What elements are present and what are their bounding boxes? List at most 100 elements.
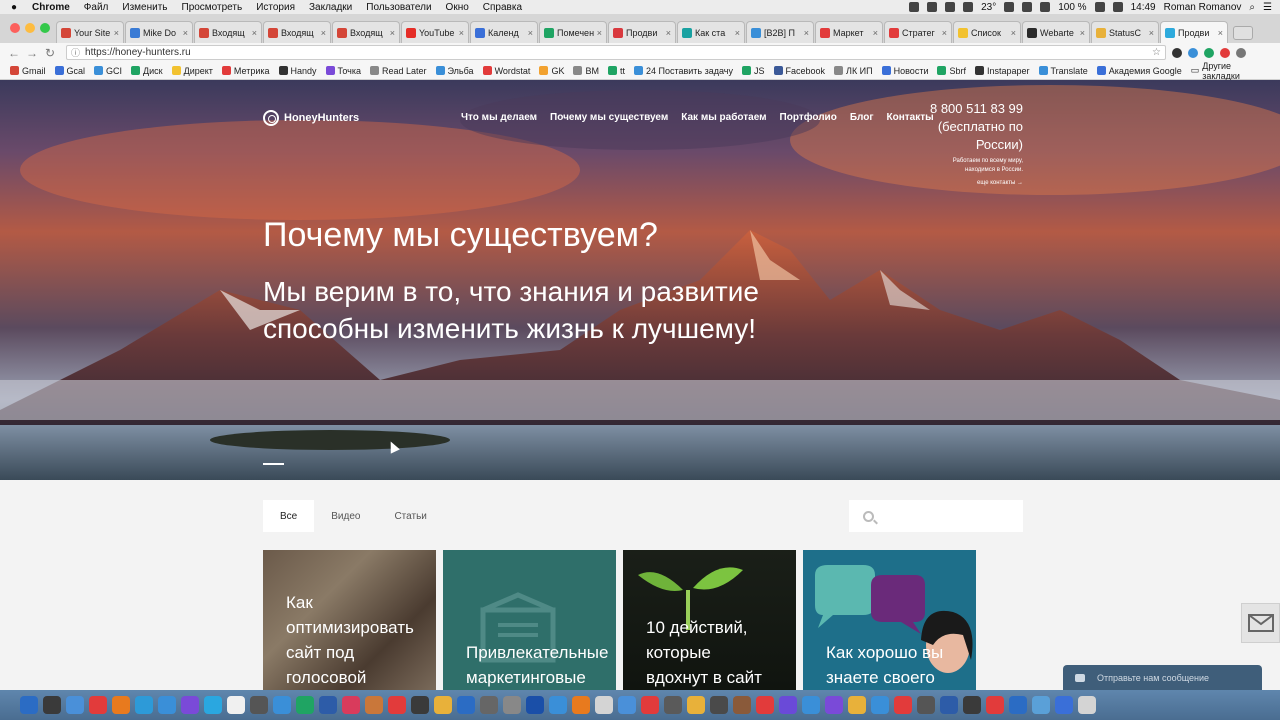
filter-tab-video[interactable]: Видео bbox=[314, 500, 377, 532]
bookmark-item[interactable]: Facebook bbox=[773, 66, 825, 76]
close-tab-icon[interactable]: × bbox=[597, 28, 602, 38]
site-logo[interactable]: HoneyHunters bbox=[263, 110, 359, 126]
close-tab-icon[interactable]: × bbox=[114, 28, 119, 38]
dock-app-icon[interactable] bbox=[43, 696, 61, 714]
browser-tab[interactable]: Mike Do × bbox=[125, 21, 193, 43]
browser-tab[interactable]: Webarte × bbox=[1022, 21, 1090, 43]
dock-app-icon[interactable] bbox=[802, 696, 820, 714]
tray-icon[interactable] bbox=[1022, 2, 1033, 12]
browser-tab[interactable]: Список × bbox=[953, 21, 1021, 43]
bookmark-item[interactable]: 24 Поставить задачу bbox=[633, 66, 733, 76]
dock-app-icon[interactable] bbox=[296, 696, 314, 714]
browser-tab[interactable]: Входящ × bbox=[194, 21, 262, 43]
dock-app-icon[interactable] bbox=[89, 696, 107, 714]
dock-app-icon[interactable] bbox=[480, 696, 498, 714]
bookmark-item[interactable]: Sbrf bbox=[937, 66, 966, 76]
dock-app-icon[interactable] bbox=[181, 696, 199, 714]
dock-app-icon[interactable] bbox=[503, 696, 521, 714]
back-arrow-icon[interactable]: ← bbox=[6, 46, 22, 60]
bookmark-item[interactable]: Директ bbox=[171, 66, 213, 76]
article-card[interactable]: Привлекательные маркетинговые bbox=[443, 550, 616, 690]
menu-item-help[interactable]: Справка bbox=[483, 2, 522, 13]
bookmark-item[interactable]: Handy bbox=[278, 66, 317, 76]
bookmark-item[interactable]: Instapaper bbox=[974, 66, 1030, 76]
browser-tab[interactable]: StatusC × bbox=[1091, 21, 1159, 43]
dock-app-icon[interactable] bbox=[1009, 696, 1027, 714]
new-tab-button[interactable] bbox=[1233, 26, 1253, 40]
menu-item-users[interactable]: Пользователи bbox=[366, 2, 431, 13]
bookmark-item[interactable]: Точка bbox=[325, 66, 361, 76]
nav-what-we-do[interactable]: Что мы делаем bbox=[461, 112, 537, 123]
user-name[interactable]: Roman Romanov bbox=[1164, 2, 1242, 13]
bookmark-item[interactable]: Gmail bbox=[10, 66, 46, 76]
slider-indicator[interactable] bbox=[263, 463, 284, 465]
nav-why-we-exist[interactable]: Почему мы существуем bbox=[550, 112, 668, 123]
apple-icon[interactable]: ● bbox=[8, 2, 20, 13]
dock-app-icon[interactable] bbox=[411, 696, 429, 714]
dock-app-icon[interactable] bbox=[572, 696, 590, 714]
menu-icon[interactable] bbox=[1236, 47, 1246, 58]
dock-app-icon[interactable] bbox=[342, 696, 360, 714]
filter-tab-articles[interactable]: Статьи bbox=[377, 500, 443, 532]
battery-level[interactable]: 100 % bbox=[1058, 2, 1086, 13]
bookmark-item[interactable]: BM bbox=[573, 66, 599, 76]
dock-app-icon[interactable] bbox=[365, 696, 383, 714]
article-card[interactable]: 10 действий, которые вдохнут в сайт bbox=[623, 550, 796, 690]
close-tab-icon[interactable]: × bbox=[1218, 28, 1223, 38]
close-tab-icon[interactable]: × bbox=[666, 28, 671, 38]
bookmark-item[interactable]: Диск bbox=[131, 66, 163, 76]
bookmark-item[interactable]: Новости bbox=[881, 66, 928, 76]
bookmark-item[interactable]: Академия Google bbox=[1096, 66, 1182, 76]
tray-icon[interactable] bbox=[909, 2, 920, 12]
menu-item-window[interactable]: Окно bbox=[446, 2, 469, 13]
browser-tab[interactable]: Маркет × bbox=[815, 21, 883, 43]
dock-app-icon[interactable] bbox=[1032, 696, 1050, 714]
dock-app-icon[interactable] bbox=[917, 696, 935, 714]
browser-tab[interactable]: Продви × bbox=[1160, 21, 1228, 43]
menu-item-bookmarks[interactable]: Закладки bbox=[309, 2, 352, 13]
dock-app-icon[interactable] bbox=[112, 696, 130, 714]
dock-app-icon[interactable] bbox=[457, 696, 475, 714]
dock-app-icon[interactable] bbox=[549, 696, 567, 714]
bookmark-item[interactable]: Read Later bbox=[369, 66, 427, 76]
dock-app-icon[interactable] bbox=[733, 696, 751, 714]
dock-app-icon[interactable] bbox=[687, 696, 705, 714]
battery-icon[interactable] bbox=[1094, 2, 1105, 12]
menu-item-chrome[interactable]: Chrome bbox=[32, 2, 70, 13]
dock-app-icon[interactable] bbox=[894, 696, 912, 714]
close-window-icon[interactable] bbox=[10, 23, 20, 33]
dock-app-icon[interactable] bbox=[986, 696, 1004, 714]
dock-app-icon[interactable] bbox=[20, 696, 38, 714]
close-tab-icon[interactable]: × bbox=[1080, 28, 1085, 38]
dock-app-icon[interactable] bbox=[871, 696, 889, 714]
dock-app-icon[interactable] bbox=[434, 696, 452, 714]
dock-app-icon[interactable] bbox=[204, 696, 222, 714]
bookmark-item[interactable]: JS bbox=[741, 66, 765, 76]
clock[interactable]: 14:49 bbox=[1131, 2, 1156, 13]
close-tab-icon[interactable]: × bbox=[942, 28, 947, 38]
dock-app-icon[interactable] bbox=[756, 696, 774, 714]
dock-app-icon[interactable] bbox=[618, 696, 636, 714]
nav-blog[interactable]: Блог bbox=[850, 112, 874, 123]
browser-tab[interactable]: [B2B] П × bbox=[746, 21, 814, 43]
browser-tab[interactable]: Стратег × bbox=[884, 21, 952, 43]
close-tab-icon[interactable]: × bbox=[1149, 28, 1154, 38]
close-tab-icon[interactable]: × bbox=[1011, 28, 1016, 38]
weather-temperature[interactable]: 23° bbox=[981, 2, 996, 13]
bookmark-star-icon[interactable]: ☆ bbox=[1152, 47, 1161, 58]
extension-icon[interactable] bbox=[1172, 47, 1182, 58]
dock-app-icon[interactable] bbox=[940, 696, 958, 714]
extension-icon[interactable] bbox=[1204, 47, 1214, 58]
dock-app-icon[interactable] bbox=[825, 696, 843, 714]
dock-app-icon[interactable] bbox=[273, 696, 291, 714]
browser-tab[interactable]: Как ста × bbox=[677, 21, 745, 43]
tray-icon[interactable] bbox=[927, 2, 938, 12]
bookmark-item[interactable]: Wordstat bbox=[482, 66, 530, 76]
nav-how-we-work[interactable]: Как мы работаем bbox=[681, 112, 766, 123]
bookmark-item[interactable]: Gcal bbox=[54, 66, 85, 76]
dock-app-icon[interactable] bbox=[848, 696, 866, 714]
tray-icon[interactable] bbox=[945, 2, 956, 12]
reload-icon[interactable]: ↻ bbox=[42, 46, 58, 60]
phone-number[interactable]: 8 800 511 83 99 bbox=[918, 100, 1023, 118]
search-input[interactable] bbox=[849, 500, 1023, 532]
